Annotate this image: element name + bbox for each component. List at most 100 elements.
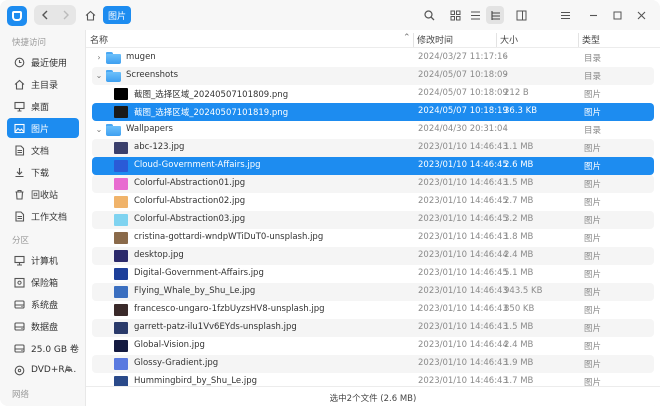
file-modified: 2024/04/30 20:31:04	[418, 124, 508, 134]
maximize-icon[interactable]	[608, 6, 626, 24]
sidebar-item-label: 最近使用	[31, 58, 68, 69]
sidebar-item[interactable]: 系统盘	[7, 294, 79, 314]
file-row[interactable]: Colorful-Abstraction03.jpg 2023/01/10 14:…	[92, 211, 654, 229]
sidebar-item[interactable]: 数据盘	[7, 316, 79, 336]
file-size: 1.7 MB	[504, 376, 534, 386]
file-row[interactable]: Global-Vision.jpg 2023/01/10 14:46:44 2.4 …	[92, 337, 654, 355]
file-type: 目录	[584, 54, 602, 64]
list-view-icon[interactable]	[466, 6, 484, 24]
file-row[interactable]: Glossy-Gradient.jpg 2023/01/10 14:46:43 1.…	[92, 355, 654, 373]
sidebar-item[interactable]: DVD+R/... ⏏	[7, 360, 79, 380]
file-name: francesco-ungaro-1fzbUyzsHV8-unsplash.jp…	[134, 304, 325, 314]
expand-arrow-icon[interactable]: ›	[94, 53, 104, 63]
sidebar-item[interactable]: 25.0 GB 卷	[7, 338, 79, 358]
image-thumbnail-icon	[114, 196, 128, 208]
collapse-arrow-icon[interactable]: ⌄	[94, 125, 104, 135]
sort-ascending-icon[interactable]: ⌃	[403, 33, 411, 43]
file-type: 图片	[584, 342, 602, 352]
column-type[interactable]: 类型	[582, 33, 600, 46]
sidebar-item[interactable]: 保险箱	[7, 272, 79, 292]
file-row[interactable]: Colorful-Abstraction02.jpg 2023/01/10 14:…	[92, 193, 654, 211]
file-row[interactable]: Cloud-Government-Affairs.jpg 2023/01/10 1…	[92, 157, 654, 175]
file-type: 图片	[584, 234, 602, 244]
sidebar-item[interactable]: 图片	[7, 118, 79, 138]
file-modified: 2024/03/27 11:17:16	[418, 52, 508, 62]
image-thumbnail-icon	[114, 88, 128, 100]
image-thumbnail-icon	[114, 358, 128, 370]
forward-button[interactable]	[55, 5, 76, 25]
sidebar-item[interactable]: 主目录	[7, 74, 79, 94]
file-modified: 2023/01/10 14:46:43	[418, 358, 508, 368]
file-size: 36.3 KB	[504, 106, 538, 116]
file-type: 图片	[584, 306, 602, 316]
file-size: 1.5 MB	[504, 178, 534, 188]
folder-row[interactable]: ⌄ Wallpapers 2024/04/30 20:31:04- 目录	[92, 121, 654, 139]
file-row[interactable]: Digital-Government-Affairs.jpg 2023/01/10…	[92, 265, 654, 283]
file-type: 图片	[584, 108, 602, 118]
image-thumbnail-icon	[114, 142, 128, 154]
eject-icon[interactable]: ⏏	[65, 364, 75, 374]
sidebar-item[interactable]: 最近使用	[7, 52, 79, 72]
file-size: 2.4 MB	[504, 340, 534, 350]
sidebar-item-label: 系统盘	[31, 300, 59, 311]
file-size: -	[504, 52, 508, 62]
file-name: Global-Vision.jpg	[134, 340, 205, 350]
file-size: 2.4 MB	[504, 250, 534, 260]
file-type: 图片	[584, 360, 602, 370]
sidebar-item[interactable]: 桌面	[7, 96, 79, 116]
file-size: 2.6 MB	[504, 160, 534, 170]
document-icon	[13, 210, 25, 222]
file-type: 图片	[584, 216, 602, 226]
column-size[interactable]: 大小	[500, 33, 518, 46]
breadcrumb-current[interactable]: 图片	[103, 6, 132, 24]
folder-row[interactable]: › mugen 2024/03/27 11:17:16- 目录	[92, 49, 654, 67]
picture-icon	[13, 122, 25, 134]
menu-icon[interactable]	[556, 6, 574, 24]
file-row[interactable]: desktop.jpg 2023/01/10 14:46:44 2.4 MB 图片	[92, 247, 654, 265]
sidebar-section-quick-access: 快捷访问	[12, 38, 47, 48]
file-size: 5.1 MB	[504, 268, 534, 278]
back-button[interactable]	[34, 5, 55, 25]
sidebar-item[interactable]: 下载	[7, 162, 79, 182]
sidebar-item-label: 桌面	[31, 102, 50, 113]
file-row[interactable]: 截图_选择区域_20240507101809.png 2024/05/07 10:…	[92, 85, 654, 103]
folder-icon	[106, 52, 121, 64]
sidebar-section-partitions: 分区	[12, 236, 30, 246]
sidebar-item[interactable]: 计算机	[7, 250, 79, 270]
detail-panel-icon[interactable]	[512, 6, 530, 24]
file-row[interactable]: cristina-gottardi-wndpWTiDuT0-unsplash.j…	[92, 229, 654, 247]
sidebar-item[interactable]: 文档	[7, 140, 79, 160]
file-name: Colorful-Abstraction02.jpg	[134, 196, 246, 206]
folder-icon	[106, 124, 121, 136]
document-icon	[13, 144, 25, 156]
file-name: Wallpapers	[126, 124, 173, 134]
file-name: Colorful-Abstraction01.jpg	[134, 178, 246, 188]
collapse-arrow-icon[interactable]: ⌄	[94, 71, 104, 81]
file-row[interactable]: francesco-ungaro-1fzbUyzsHV8-unsplash.jp…	[92, 301, 654, 319]
sidebar-item[interactable]: 工作文档	[7, 206, 79, 226]
folder-row[interactable]: ⌄ Screenshots 2024/05/07 10:18:09- 目录	[92, 67, 654, 85]
image-thumbnail-icon	[114, 340, 128, 352]
close-icon[interactable]	[632, 6, 650, 24]
file-modified: 2023/01/10 14:46:44	[418, 340, 508, 350]
breadcrumb-home-icon[interactable]	[82, 7, 98, 23]
file-row[interactable]: Flying_Whale_by_Shu_Le.jpg 2023/01/10 14:…	[92, 283, 654, 301]
icon-view-icon[interactable]	[446, 6, 464, 24]
search-icon[interactable]	[420, 6, 438, 24]
image-thumbnail-icon	[114, 322, 128, 334]
file-row[interactable]: garrett-patz-ilu1Vv6EYds-unsplash.jpg 202…	[92, 319, 654, 337]
file-row[interactable]: abc-123.jpg 2023/01/10 14:46:43 1.1 MB 图片	[92, 139, 654, 157]
trash-icon	[13, 188, 25, 200]
sidebar-item-label: 下载	[31, 168, 50, 179]
sidebar-item[interactable]: 回收站	[7, 184, 79, 204]
sidebar-item-label: 图片	[31, 124, 50, 135]
column-modified[interactable]: 修改时间	[417, 33, 453, 46]
sidebar: 快捷访问 最近使用主目录桌面图片文档下载回收站 工作文档 分区 计算机保险箱系统盘…	[0, 30, 86, 406]
file-row[interactable]: Colorful-Abstraction01.jpg 2023/01/10 14:…	[92, 175, 654, 193]
tree-view-icon[interactable]	[486, 6, 504, 24]
minimize-icon[interactable]	[584, 6, 602, 24]
column-name[interactable]: 名称	[90, 33, 108, 46]
file-modified: 2023/01/10 14:46:45	[418, 160, 508, 170]
file-row[interactable]: 截图_选择区域_20240507101819.png 2024/05/07 10:…	[92, 103, 654, 121]
sidebar-item-label: 计算机	[31, 256, 59, 267]
